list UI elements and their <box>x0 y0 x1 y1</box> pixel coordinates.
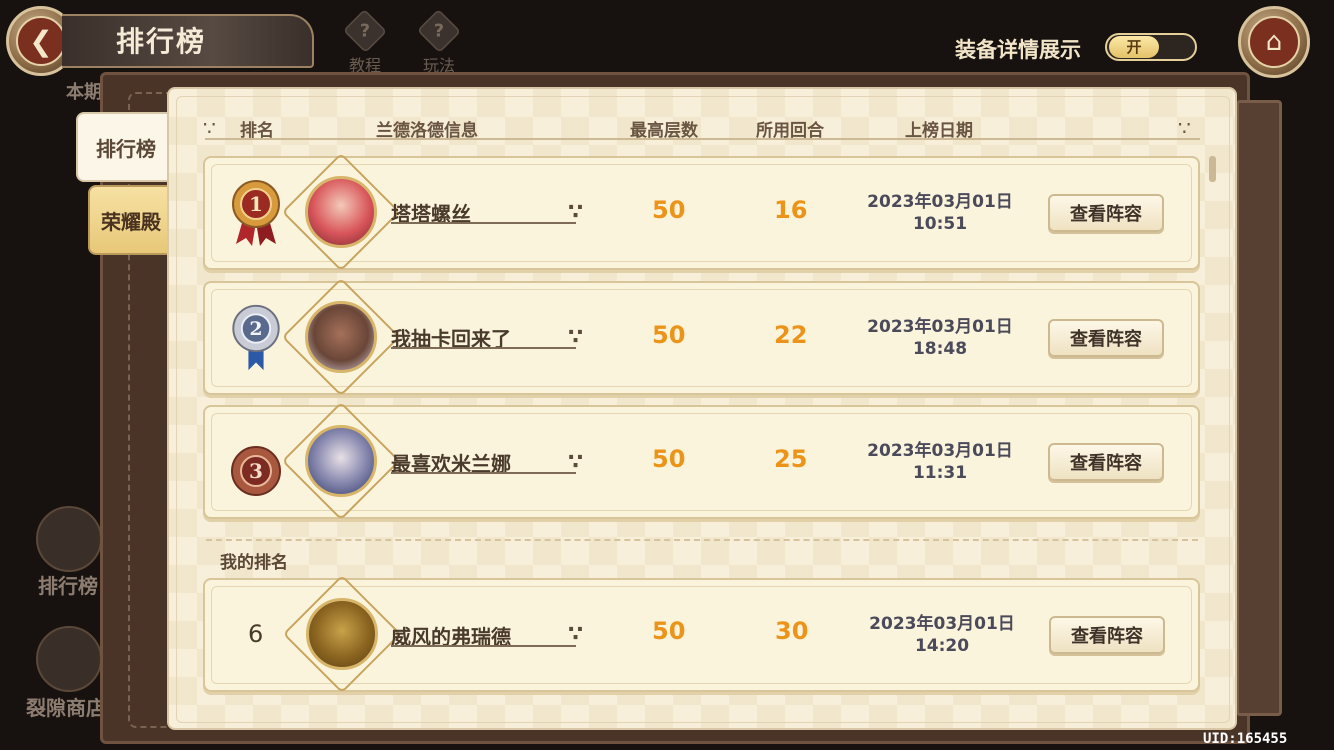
rank-number: 2 <box>249 318 262 340</box>
silver-medal-icon: 2 <box>232 304 280 371</box>
bronze-medal-icon: 3 <box>231 446 281 496</box>
list-scrollbar[interactable] <box>1209 156 1216 182</box>
view-lineup-button[interactable]: 查看阵容 <box>1048 194 1164 232</box>
season-label: 本期 <box>66 82 102 103</box>
gold-medal-icon: 1 <box>232 180 280 246</box>
max-floor-value: 50 <box>652 196 686 224</box>
tutorial-button[interactable]: ? 教程 <box>337 8 393 75</box>
avatar[interactable] <box>305 301 377 373</box>
side-item-ranking[interactable]: 排行榜 <box>38 570 98 599</box>
curl-ornament-icon: ∵ <box>568 200 584 225</box>
question-icon: ? <box>416 8 462 54</box>
uid-label: UID:165455 <box>1203 731 1288 747</box>
avatar[interactable] <box>305 176 377 248</box>
name-underline <box>391 472 576 474</box>
rank-number: 3 <box>249 459 263 483</box>
rift-shop-icon[interactable] <box>36 626 102 692</box>
view-lineup-button[interactable]: 查看阵容 <box>1048 319 1164 357</box>
equip-detail-label: 装备详情展示 <box>955 38 1081 62</box>
time-line: 11:31 <box>912 463 968 483</box>
max-floor-value: 50 <box>652 617 686 645</box>
rank-date: 2023年03月01日 11:31 <box>860 440 1020 484</box>
my-rank-label: 我的排名 <box>220 553 288 573</box>
view-lineup-button[interactable]: 查看阵容 <box>1049 616 1165 654</box>
curl-ornament-icon: ∵ <box>568 622 584 647</box>
header-divider <box>205 138 1200 140</box>
gameplay-button[interactable]: ? 玩法 <box>411 8 467 75</box>
frame-right-strip <box>1236 100 1282 716</box>
time-line: 18:48 <box>912 339 968 359</box>
rank-date: 2023年03月01日 14:20 <box>862 613 1022 657</box>
rank-date: 2023年03月01日 10:51 <box>860 191 1020 235</box>
book-question-icon: ? <box>342 8 388 54</box>
home-button[interactable]: ⌂ <box>1238 6 1310 78</box>
tab-hall-of-glory[interactable]: 荣耀殿 <box>88 185 174 255</box>
curl-ornament-icon: ∵ <box>568 450 584 475</box>
time-line: 10:51 <box>912 214 968 234</box>
header-curl-right-icon: ∵ <box>1178 116 1191 140</box>
max-floor-value: 50 <box>652 445 686 473</box>
date-line: 2023年03月01日 <box>869 614 1015 634</box>
max-floor-value: 50 <box>652 321 686 349</box>
toggle-knob: 开 <box>1109 36 1159 58</box>
name-underline <box>391 347 576 349</box>
curl-ornament-icon: ∵ <box>568 325 584 350</box>
header-curl-left-icon: ∵ <box>203 116 216 140</box>
name-underline <box>391 645 576 647</box>
time-line: 14:20 <box>914 636 970 656</box>
equip-detail-toggle[interactable]: 开 <box>1105 33 1197 61</box>
avatar[interactable] <box>306 598 378 670</box>
rounds-value: 16 <box>774 196 808 224</box>
rounds-value: 22 <box>774 321 808 349</box>
my-rank-separator <box>206 539 1198 541</box>
arrow-left-icon: ❮ <box>16 16 66 66</box>
view-lineup-button[interactable]: 查看阵容 <box>1048 443 1164 481</box>
side-item-rift-shop[interactable]: 裂隙商店 <box>26 692 106 721</box>
rounds-value: 25 <box>774 445 808 473</box>
page-title: 排行榜 <box>116 25 207 58</box>
rank-date: 2023年03月01日 18:48 <box>860 316 1020 360</box>
my-rank-number: 6 <box>248 620 264 648</box>
avatar[interactable] <box>305 425 377 497</box>
date-line: 2023年03月01日 <box>867 441 1013 461</box>
date-line: 2023年03月01日 <box>867 317 1013 337</box>
rank-number: 1 <box>249 192 263 216</box>
date-line: 2023年03月01日 <box>867 192 1013 212</box>
name-underline <box>391 222 576 224</box>
tab-leaderboard[interactable]: 排行榜 <box>76 112 174 182</box>
ranking-board-icon[interactable] <box>36 506 102 572</box>
home-icon: ⌂ <box>1248 16 1300 68</box>
rounds-value: 30 <box>775 617 809 645</box>
